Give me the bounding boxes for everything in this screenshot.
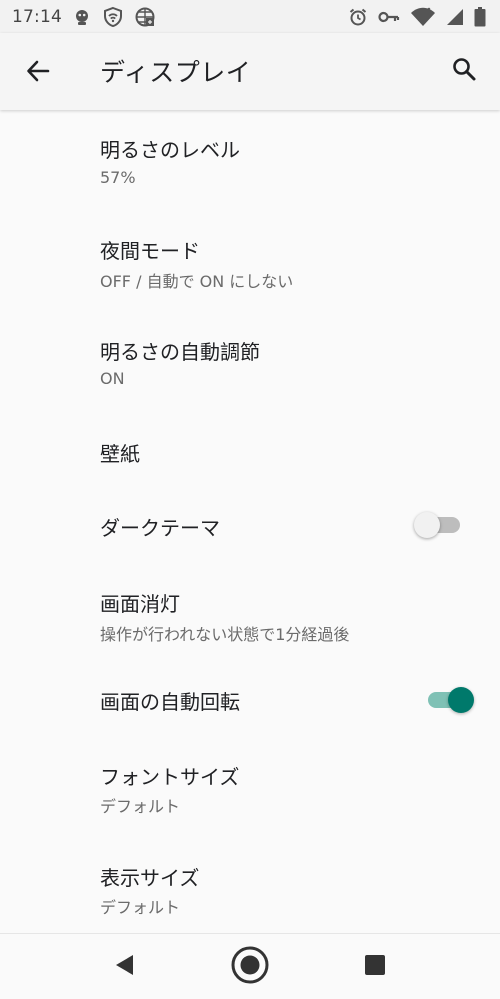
- screen: 17:14 ディスプレイ 明るさのレベル 57% 夜間モード OFF / 自動で…: [0, 0, 500, 999]
- list-item-wallpaper[interactable]: 壁紙: [0, 412, 500, 488]
- page-title: ディスプレイ: [100, 58, 252, 87]
- nav-back-icon: [113, 953, 135, 981]
- item-subtitle: 57%: [100, 168, 136, 187]
- list-item-night-mode[interactable]: 夜間モード OFF / 自動で ON にしない: [0, 210, 500, 310]
- switch-thumb: [414, 512, 440, 538]
- list-item-screen-timeout[interactable]: 画面消灯 操作が行われない状態で1分経過後: [0, 562, 500, 664]
- switch-thumb: [448, 687, 474, 713]
- item-title: フォントサイズ: [100, 765, 240, 789]
- item-title: 画面の自動回転: [100, 690, 240, 714]
- item-title: 明るさの自動調節: [100, 340, 260, 364]
- item-subtitle: デフォルト: [100, 797, 181, 816]
- list-item-brightness-level[interactable]: 明るさのレベル 57%: [0, 110, 500, 210]
- status-time: 17:14: [12, 6, 62, 27]
- item-title: 明るさのレベル: [100, 138, 240, 162]
- nav-recents-icon: [364, 954, 386, 980]
- status-left: 17:14: [12, 6, 156, 28]
- item-title: 画面消灯: [100, 592, 180, 616]
- item-subtitle: ON: [100, 369, 125, 388]
- item-subtitle: デフォルト: [100, 898, 181, 917]
- list-item-adaptive-brightness[interactable]: 明るさの自動調節 ON: [0, 310, 500, 412]
- auto-rotate-toggle[interactable]: [422, 685, 474, 715]
- item-subtitle: OFF / 自動で ON にしない: [100, 272, 294, 291]
- list-item-auto-rotate[interactable]: 画面の自動回転: [0, 664, 500, 740]
- dark-theme-toggle[interactable]: [414, 510, 466, 540]
- nav-back-button[interactable]: [104, 947, 144, 987]
- arrow-back-icon: [25, 58, 51, 88]
- nav-recents-button[interactable]: [355, 947, 395, 987]
- nav-home-button[interactable]: [230, 945, 270, 989]
- back-button[interactable]: [22, 57, 54, 89]
- item-title: 表示サイズ: [100, 866, 200, 890]
- vpn-key-icon: [378, 10, 400, 24]
- battery-icon: [474, 6, 486, 27]
- status-bar: 17:14: [0, 0, 500, 33]
- item-subtitle: 操作が行われない状態で1分経過後: [100, 625, 350, 644]
- list-item-display-size[interactable]: 表示サイズ デフォルト: [0, 840, 500, 932]
- item-title: 壁紙: [100, 442, 140, 466]
- wifi-shield-icon: [102, 6, 124, 28]
- notification-icon: [72, 7, 92, 27]
- search-icon: [451, 56, 477, 86]
- globe-grid-icon: [134, 6, 156, 28]
- search-button[interactable]: [448, 55, 480, 87]
- status-right: [348, 6, 486, 27]
- signal-icon: [446, 8, 464, 26]
- list-item-font-size[interactable]: フォントサイズ デフォルト: [0, 740, 500, 840]
- item-title: 夜間モード: [100, 239, 200, 263]
- app-bar: ディスプレイ: [0, 33, 500, 110]
- navigation-bar: [0, 933, 500, 999]
- alarm-icon: [348, 7, 368, 27]
- item-title: ダークテーマ: [100, 516, 220, 540]
- nav-home-icon: [230, 945, 270, 989]
- wifi-icon: [410, 7, 436, 27]
